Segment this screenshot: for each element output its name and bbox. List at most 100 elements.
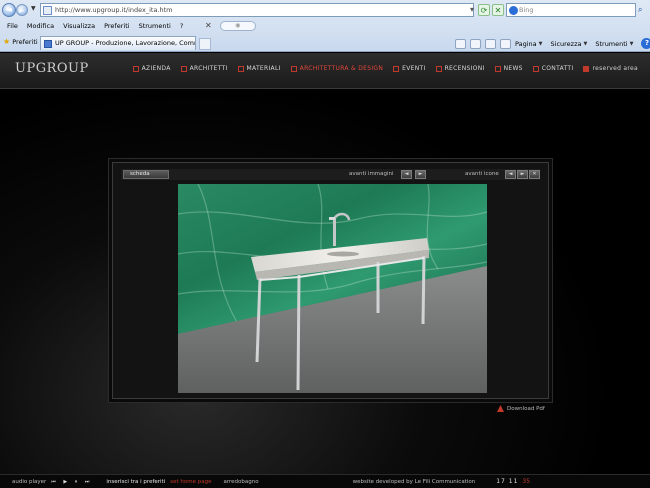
add-favorites-link[interactable]: inserisci tra i preferiti bbox=[106, 479, 165, 485]
menu-extra: ✕ ◉ bbox=[205, 19, 265, 32]
nav-bullet-icon bbox=[180, 65, 187, 72]
address-row: ◄ ► ▼ http://www.upgroup.it/index_ita.ht… bbox=[0, 2, 650, 18]
menu-file[interactable]: File bbox=[7, 22, 18, 30]
menu-bar: File Modifica Visualizza Preferiti Strum… bbox=[0, 19, 650, 33]
toolbar-search-pill[interactable]: ◉ bbox=[219, 20, 256, 31]
nav-eventi[interactable]: eventi bbox=[393, 65, 425, 72]
prev-icons-button[interactable]: ◄ bbox=[505, 170, 516, 179]
nav-reserved-area[interactable]: reserved area bbox=[583, 65, 638, 72]
audio-controls[interactable]: ⏮ ▶ ⏸ ⏭ bbox=[51, 479, 92, 485]
tab-favicon-icon bbox=[44, 40, 52, 48]
page-icon bbox=[43, 6, 52, 15]
security-menu[interactable]: Sicurezza bbox=[551, 40, 582, 48]
print-icon[interactable] bbox=[500, 38, 511, 49]
nav-recensioni[interactable]: recensioni bbox=[435, 65, 485, 72]
nav-label: architettura & design bbox=[299, 65, 384, 72]
close-gallery-button[interactable]: ✕ bbox=[529, 170, 540, 179]
new-tab-button[interactable] bbox=[199, 38, 211, 50]
browser-tab[interactable]: UP GROUP - Produzione, Lavorazione, Comm… bbox=[40, 36, 196, 50]
nav-label: news bbox=[503, 65, 523, 72]
menu-edit[interactable]: Modifica bbox=[27, 22, 54, 30]
search-go-icon[interactable]: ⌕ bbox=[638, 5, 642, 15]
images-label: avanti immagini bbox=[349, 171, 394, 177]
address-text: http://www.upgroup.it/index_ita.htm bbox=[55, 6, 173, 14]
chevron-down-icon: ▼ bbox=[583, 40, 588, 47]
nav-bullet-icon bbox=[132, 65, 139, 72]
favorites-label: Preferiti bbox=[12, 38, 38, 46]
nav-bullet-icon bbox=[290, 65, 297, 72]
bing-icon bbox=[509, 6, 518, 15]
mail-icon[interactable] bbox=[485, 38, 496, 49]
history-dropdown-icon[interactable]: ▼ bbox=[31, 5, 36, 12]
pdf-icon bbox=[497, 405, 504, 412]
favorites-button[interactable]: ★ Preferiti bbox=[3, 37, 38, 46]
star-icon: ★ bbox=[3, 37, 11, 46]
nav-label: materiali bbox=[246, 65, 281, 72]
chevron-down-icon: ▼ bbox=[538, 40, 543, 47]
browser-chrome: ◄ ► ▼ http://www.upgroup.it/index_ita.ht… bbox=[0, 0, 650, 52]
nav-label: azienda bbox=[141, 65, 171, 72]
lock-icon bbox=[583, 65, 590, 72]
clock: 17 11 bbox=[496, 478, 519, 485]
nav-label: eventi bbox=[402, 65, 426, 72]
set-homepage-link[interactable]: set home page bbox=[170, 479, 211, 485]
search-placeholder: Bing bbox=[519, 6, 534, 14]
gallery-toolbar: scheda avanti immagini ◄ ► avanti icone … bbox=[121, 169, 540, 180]
site-logo[interactable]: UPGROUP bbox=[15, 61, 89, 76]
nav-materiali[interactable]: materiali bbox=[237, 65, 281, 72]
chevron-down-icon: ▼ bbox=[629, 40, 634, 47]
nav-label: reserved area bbox=[592, 65, 638, 72]
search-input[interactable]: Bing bbox=[506, 3, 636, 17]
nav-architetti[interactable]: architetti bbox=[180, 65, 228, 72]
site-header: UPGROUP azienda architetti materiali arc… bbox=[0, 53, 650, 89]
menu-help[interactable]: ? bbox=[180, 22, 183, 30]
nav-news[interactable]: news bbox=[494, 65, 523, 72]
close-icon[interactable]: ✕ bbox=[205, 21, 212, 30]
tab-title: UP GROUP - Produzione, Lavorazione, Comm… bbox=[55, 39, 195, 47]
washbasin-photo bbox=[178, 184, 487, 393]
developer-credit[interactable]: website developed by Le Fili Communicati… bbox=[353, 479, 476, 485]
favorites-bar: ★ Preferiti UP GROUP - Produzione, Lavor… bbox=[0, 34, 650, 51]
dropdown-icon[interactable]: ▾ bbox=[466, 4, 478, 16]
nav-label: recensioni bbox=[444, 65, 485, 72]
refresh-icon[interactable]: ✕ bbox=[492, 4, 504, 16]
nav-contatti[interactable]: contatti bbox=[532, 65, 574, 72]
nav-label: architetti bbox=[189, 65, 228, 72]
site-footer: audio player ⏮ ▶ ⏸ ⏭ inserisci tra i pre… bbox=[0, 474, 650, 488]
icons-label: avanti icone bbox=[465, 171, 499, 177]
website: UPGROUP azienda architetti materiali arc… bbox=[0, 53, 650, 488]
nav-architettura-design[interactable]: architettura & design bbox=[290, 65, 384, 72]
menu-tools[interactable]: Strumenti bbox=[139, 22, 171, 30]
next-image-button[interactable]: ► bbox=[415, 170, 426, 179]
next-icons-button[interactable]: ► bbox=[517, 170, 528, 179]
menu-view[interactable]: Visualizza bbox=[63, 22, 95, 30]
nav-bullet-icon bbox=[237, 65, 244, 72]
clock-seconds: 35 bbox=[522, 478, 531, 485]
nav-bullet-icon bbox=[435, 65, 442, 72]
main-nav: azienda architetti materiali architettur… bbox=[123, 65, 638, 72]
audio-player-label: audio player bbox=[12, 478, 47, 485]
tools-menu[interactable]: Strumenti bbox=[595, 40, 627, 48]
nav-bullet-icon bbox=[393, 65, 400, 72]
help-icon[interactable]: ? bbox=[641, 38, 650, 49]
download-pdf-link[interactable]: Download Pdf bbox=[497, 405, 545, 413]
home-icon[interactable] bbox=[455, 38, 466, 49]
menu-favorites[interactable]: Preferiti bbox=[104, 22, 129, 30]
address-bar[interactable]: http://www.upgroup.it/index_ita.htm bbox=[40, 3, 474, 17]
feeds-icon[interactable] bbox=[470, 38, 481, 49]
arredobagno-link[interactable]: arredobagno bbox=[223, 479, 258, 485]
command-bar: Pagina ▼ Sicurezza ▼ Strumenti ▼ ? bbox=[455, 37, 650, 50]
nav-bullet-icon bbox=[532, 65, 539, 72]
download-label: Download Pdf bbox=[507, 406, 545, 412]
nav-bullet-icon bbox=[494, 65, 501, 72]
page-menu[interactable]: Pagina bbox=[515, 40, 537, 48]
compatibility-icon[interactable]: ⟳ bbox=[478, 4, 490, 16]
forward-button[interactable]: ► bbox=[16, 4, 28, 16]
scheda-button[interactable]: scheda bbox=[123, 170, 169, 179]
gallery-panel: scheda avanti immagini ◄ ► avanti icone … bbox=[112, 162, 549, 399]
back-button[interactable]: ◄ bbox=[2, 3, 16, 17]
prev-image-button[interactable]: ◄ bbox=[401, 170, 412, 179]
nav-label: contatti bbox=[541, 65, 574, 72]
nav-azienda[interactable]: azienda bbox=[132, 65, 171, 72]
product-photo bbox=[178, 184, 487, 393]
